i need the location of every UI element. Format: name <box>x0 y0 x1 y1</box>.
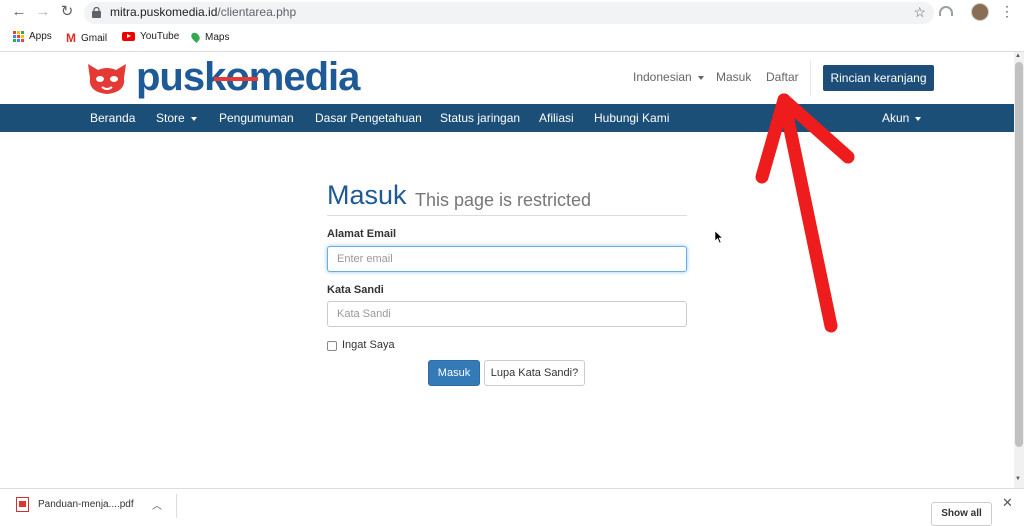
bookmark-apps[interactable]: Apps <box>13 31 52 42</box>
pdf-file-icon <box>16 497 29 512</box>
page-title: Masuk <box>327 180 407 210</box>
youtube-icon <box>122 32 135 41</box>
nav-item-dasar-pengetahuan[interactable]: Dasar Pengetahuan <box>315 111 422 125</box>
nav-item-hubungi-kami[interactable]: Hubungi Kami <box>594 111 669 125</box>
bookmark-label: Gmail <box>81 32 108 44</box>
nav-label: Akun <box>882 111 910 125</box>
address-bar[interactable]: mitra.puskomedia.id/clientarea.php ☆ <box>84 2 934 24</box>
maps-pin-icon <box>189 31 202 43</box>
chevron-down-icon <box>190 116 197 121</box>
nav-label: Store <box>156 111 185 125</box>
logo-underline <box>214 77 258 81</box>
bookmark-label: Apps <box>29 31 52 42</box>
nav-item-store[interactable]: Store <box>156 111 197 125</box>
gmail-icon: M <box>66 31 76 45</box>
nav-item-pengumuman[interactable]: Pengumuman <box>219 111 294 125</box>
password-field[interactable]: Kata Sandi <box>327 301 687 327</box>
language-label: Indonesian <box>633 70 692 84</box>
remember-me-checkbox[interactable] <box>327 341 337 351</box>
nav-item-akun[interactable]: Akun <box>882 111 922 125</box>
cat-logo-icon[interactable] <box>82 58 132 98</box>
bookmark-label: Maps <box>205 31 230 43</box>
lock-icon <box>92 7 101 18</box>
close-icon[interactable]: ✕ <box>1002 495 1013 511</box>
apps-grid-icon <box>13 31 24 42</box>
password-label: Kata Sandi <box>327 284 384 296</box>
chevron-up-icon[interactable]: ︿ <box>152 497 162 512</box>
show-all-button[interactable]: Show all <box>931 502 992 526</box>
forward-icon[interactable]: → <box>34 3 52 21</box>
nav-item-afiliasi[interactable]: Afiliasi <box>539 111 574 125</box>
login-submit-button[interactable]: Masuk <box>428 360 480 386</box>
nav-item-beranda[interactable]: Beranda <box>90 111 135 125</box>
avatar[interactable] <box>971 3 989 21</box>
email-label: Alamat Email <box>327 228 397 240</box>
scrollbar-thumb[interactable] <box>1015 62 1023 447</box>
scroll-down-icon[interactable]: ▼ <box>1015 476 1021 482</box>
menu-kebab-icon[interactable]: ⋮ <box>1000 3 1014 20</box>
bookmark-star-icon[interactable]: ☆ <box>913 4 926 21</box>
bookmark-youtube[interactable]: YouTube <box>122 31 179 42</box>
bookmark-gmail[interactable]: M Gmail <box>66 31 107 45</box>
divider <box>176 494 177 518</box>
page-subtitle: This page is restricted <box>415 190 592 210</box>
divider <box>327 215 687 216</box>
remember-me-label[interactable]: Ingat Saya <box>342 339 395 351</box>
extension-icon[interactable] <box>939 6 953 16</box>
reload-icon[interactable]: ↻ <box>58 3 76 21</box>
forgot-password-button[interactable]: Lupa Kata Sandi? <box>484 360 585 386</box>
download-filename[interactable]: Panduan-menja....pdf <box>38 499 134 510</box>
scroll-up-icon[interactable]: ▲ <box>1015 53 1021 59</box>
url-text: mitra.puskomedia.id/clientarea.php <box>110 5 297 19</box>
nav-item-status-jaringan[interactable]: Status jaringan <box>440 111 520 125</box>
back-icon[interactable]: ← <box>10 3 28 21</box>
bookmark-label: YouTube <box>140 31 180 42</box>
chevron-down-icon <box>915 116 922 121</box>
mouse-cursor-icon <box>715 231 723 243</box>
page-scrollbar[interactable]: ▲ ▼ <box>1014 52 1024 488</box>
main-navigation: Beranda Store Pengumuman Dasar Pengetahu… <box>0 104 1014 132</box>
download-bar: Panduan-menja....pdf ︿ <box>0 488 1024 523</box>
bookmark-maps[interactable]: Maps <box>189 31 230 43</box>
email-field[interactable]: Enter email <box>327 246 687 272</box>
chevron-down-icon <box>697 75 704 80</box>
language-dropdown[interactable]: Indonesian <box>633 70 704 84</box>
annotation-arrow-icon <box>755 93 855 333</box>
